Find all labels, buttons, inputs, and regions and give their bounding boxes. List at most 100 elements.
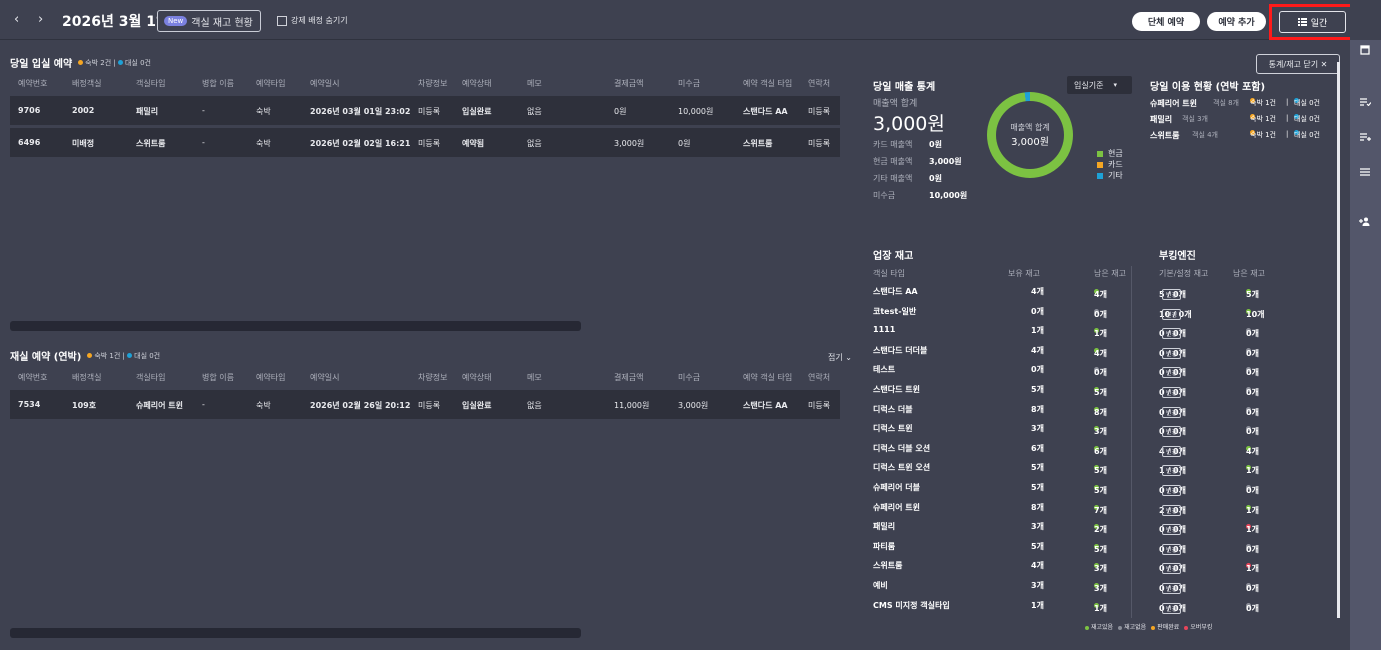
hide-forced-checkbox[interactable]: 강제 배정 숨기기 [277, 15, 348, 26]
legend-label: 기타 [1108, 171, 1123, 180]
table-row[interactable]: 9706 2002 패밀리 - 숙박 2026년 03월 01일 23:02 미등록 입실완료… [10, 96, 840, 125]
table-cell: 6496 [18, 138, 41, 147]
column-header: 예약상태 [462, 79, 492, 88]
engine-left-value: 0개 [1246, 584, 1259, 593]
column-header: 예약번호 [18, 373, 48, 382]
checklist-icon[interactable] [1360, 98, 1371, 106]
column-header: 메모 [527, 79, 542, 88]
change-button[interactable]: 변경 [1162, 367, 1182, 379]
change-button[interactable]: 변경 [1162, 543, 1182, 555]
list-lines-icon[interactable] [1360, 168, 1370, 176]
usage-row: 패밀리 객실 3개 숙박 1건 | 대실 0건 [1150, 114, 1335, 126]
checkbox-icon[interactable] [277, 15, 287, 26]
change-button[interactable]: 변경 [1162, 328, 1182, 340]
legend-swatch-icon [1097, 161, 1103, 168]
table-cell: 2026년 03월 01일 23:02 [310, 107, 411, 116]
inventory-room-type: 스탠다드 AA [873, 287, 918, 296]
stayover-horizontal-scrollbar[interactable] [10, 628, 581, 638]
change-button[interactable]: 변경 [1162, 289, 1182, 300]
add-booking-button[interactable]: 예약 추가 [1207, 12, 1266, 31]
checkin-horizontal-scrollbar[interactable] [10, 321, 581, 331]
checkin-title-row: 당일 입실 예약 숙박 2건 | 대실 0건 [10, 55, 151, 71]
basis-select-value: 입실기준 [1074, 80, 1104, 90]
column-header: 예약 객실 타입 [743, 373, 793, 382]
column-header: 병합 이름 [202, 373, 234, 382]
room-stock-button[interactable]: New 객실 재고 현황 [157, 10, 261, 32]
prev-day-button[interactable]: ‹ [14, 12, 19, 27]
fold-button[interactable]: 접기 ⌄ [828, 352, 852, 363]
engine-left-value: 5개 [1246, 290, 1259, 299]
add-user-icon[interactable] [1359, 217, 1371, 226]
daily-view-button[interactable]: 일간 [1279, 11, 1346, 33]
add-list-icon[interactable] [1360, 133, 1371, 141]
change-button[interactable]: 변경 [1162, 485, 1182, 496]
table-row[interactable]: 6496 미배정 스위트룸 - 숙박 2026년 02월 02일 16:21 미등록 예약됨 없… [10, 128, 840, 157]
usage-stay-count: 숙박 1건 [1250, 131, 1276, 139]
inventory-room-type: 디럭스 트윈 오션 [873, 463, 931, 473]
group-booking-button[interactable]: 단체 예약 [1132, 12, 1200, 31]
inventory-legend-label: 오버부킹 [1190, 624, 1213, 631]
card-sales-value: 0원 [929, 140, 942, 149]
calendar-icon[interactable] [1360, 45, 1370, 55]
table-cell: 11,000원 [614, 401, 650, 410]
change-button[interactable]: 변경 [1162, 308, 1182, 320]
table-cell: 스위트룸 [743, 139, 773, 148]
col-engine-left: 남은 재고 [1233, 269, 1265, 278]
inventory-left-value: 1개 [1094, 603, 1107, 613]
separator: | [1286, 114, 1289, 122]
change-button[interactable]: 변경 [1162, 504, 1182, 516]
cash-sales-value: 3,000원 [929, 157, 962, 166]
inventory-owned: 4개 [1031, 287, 1044, 296]
change-button[interactable]: 변경 [1162, 387, 1182, 398]
stay-dot-icon [78, 60, 84, 65]
change-button[interactable]: 변경 [1162, 465, 1182, 477]
inventory-row: 예비 3개 3개 0 / 0개 변경 0개 [873, 577, 1333, 595]
checkin-stay-count: 숙박 2건 [85, 58, 112, 67]
change-button[interactable]: 변경 [1162, 406, 1182, 418]
other-sales-label: 기타 매출액 [873, 174, 913, 183]
table-cell: 3,000원 [614, 139, 645, 148]
table-cell: 2026년 02월 26일 20:12 [310, 401, 411, 410]
inventory-room-type: 패밀리 [873, 522, 896, 532]
stayover-title-row: 재실 예약 (연박) 숙박 1건 | 대실 0건 [10, 348, 160, 364]
stay-dot-icon [87, 353, 93, 358]
change-button[interactable]: 변경 [1162, 583, 1182, 594]
table-cell: 미등록 [418, 401, 441, 410]
table-cell: 2002 [72, 106, 95, 115]
change-button[interactable]: 변경 [1162, 524, 1182, 536]
change-button[interactable]: 변경 [1162, 347, 1182, 359]
usage-day-count: 대실 0건 [1294, 131, 1320, 139]
inventory-left-value: 5개 [1094, 486, 1107, 495]
change-button[interactable]: 변경 [1162, 426, 1182, 438]
table-cell: 스탠다드 AA [743, 401, 788, 410]
stats-vertical-scrollbar[interactable] [1337, 62, 1340, 618]
usage-room-count: 객실 3개 [1182, 115, 1208, 123]
inventory-left-value: 3개 [1094, 564, 1107, 574]
table-cell: 0원 [678, 139, 691, 148]
inventory-left-value: 0개 [1094, 309, 1107, 319]
table-row[interactable]: 7534 109호 슈페리어 트윈 - 숙박 2026년 02월 26일 20:12 미등록… [10, 390, 840, 419]
next-day-button[interactable]: › [38, 12, 43, 27]
change-button[interactable]: 변경 [1162, 445, 1182, 457]
close-stats-button[interactable]: 통계/재고 닫기 ✕ [1256, 54, 1340, 74]
table-cell: 슈페리어 트윈 [136, 401, 183, 410]
current-date[interactable]: 2026년 3월 1일 [62, 11, 169, 31]
usage-room-type: 스위트룸 [1150, 131, 1180, 140]
change-button[interactable]: 변경 [1162, 602, 1182, 614]
stayover-table-header: 예약번호 배정객실 객실타입 병합 이름 예약타입 예약일시 차량정보 예약상태 메모 결제금액 미… [10, 372, 840, 386]
basis-select[interactable]: 입실기준 ▾ [1067, 76, 1132, 94]
table-cell: 없음 [527, 401, 542, 410]
list-icon [1297, 18, 1307, 26]
inventory-left-value: 5개 [1094, 466, 1107, 476]
table-cell: 미등록 [418, 107, 441, 116]
inventory-owned: 0개 [1031, 306, 1044, 316]
inventory-row: 테스트 0개 0개 0 / 0개 변경 0개 [873, 361, 1333, 379]
inventory-owned: 4개 [1031, 345, 1044, 355]
inventory-legend-label: 재고있음 [1091, 624, 1114, 631]
legend-swatch-icon [1097, 150, 1103, 157]
change-button[interactable]: 변경 [1162, 563, 1182, 575]
engine-left-value: 0개 [1246, 544, 1259, 554]
status-dot-icon [1184, 625, 1189, 630]
legend-item: 카드 [1097, 159, 1123, 170]
separator: | [1286, 130, 1289, 138]
